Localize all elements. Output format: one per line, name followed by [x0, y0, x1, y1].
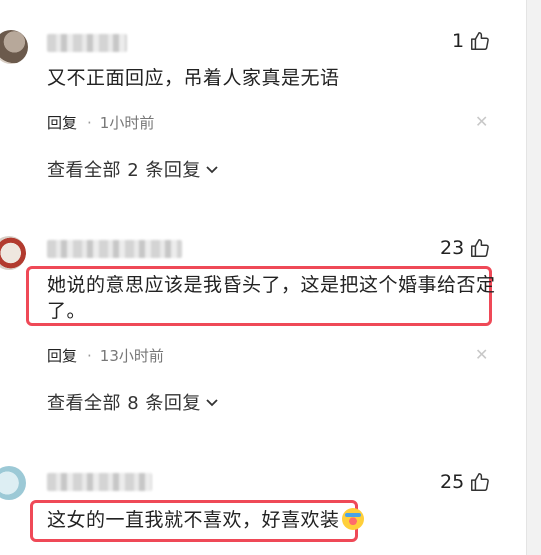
emoji-icon — [341, 508, 364, 530]
chevron-down-icon — [206, 399, 218, 407]
comment-text: 这女的一直我就不喜欢，好喜欢装 — [47, 507, 364, 533]
like-button[interactable]: 23 — [440, 237, 491, 259]
username-blurred[interactable] — [47, 473, 152, 491]
close-icon[interactable]: ✕ — [475, 112, 488, 131]
avatar[interactable] — [0, 466, 26, 500]
close-icon[interactable]: ✕ — [475, 345, 488, 364]
like-count: 23 — [440, 237, 465, 259]
like-button[interactable]: 1 — [452, 30, 491, 52]
like-count: 1 — [452, 30, 465, 52]
chevron-down-icon — [206, 166, 218, 174]
avatar[interactable] — [0, 236, 26, 270]
like-count: 25 — [440, 471, 465, 493]
view-all-replies-label: 查看全部 2 条回复 — [47, 160, 201, 181]
comment-meta: 回复 · 1小时前 — [47, 112, 154, 133]
separator-dot: · — [87, 113, 92, 132]
separator-dot: · — [87, 346, 92, 365]
view-all-replies-label: 查看全部 8 条回复 — [47, 393, 201, 414]
reply-button[interactable]: 回复 — [47, 112, 77, 133]
username-blurred[interactable] — [47, 34, 127, 52]
thumbs-up-icon — [471, 239, 490, 257]
view-all-replies[interactable]: 查看全部 8 条回复 — [47, 389, 219, 415]
thumbs-up-icon — [471, 473, 490, 491]
like-button[interactable]: 25 — [440, 471, 491, 493]
timestamp: 13小时前 — [99, 347, 164, 365]
scrollbar[interactable] — [526, 0, 541, 555]
comment-text-content: 这女的一直我就不喜欢，好喜欢装 — [47, 509, 340, 531]
comment-text: 她说的意思应该是我昏头了，这是把这个婚事给否定 了。 — [47, 272, 496, 324]
avatar[interactable] — [0, 30, 28, 64]
comment-meta: 回复 · 13小时前 — [47, 345, 164, 366]
thumbs-up-icon — [471, 32, 489, 50]
reply-button[interactable]: 回复 — [47, 345, 77, 366]
view-all-replies[interactable]: 查看全部 2 条回复 — [47, 156, 219, 182]
comment-text: 又不正面回应，吊着人家真是无语 — [47, 67, 340, 89]
timestamp: 1小时前 — [99, 114, 155, 132]
comment-text-line: 她说的意思应该是我昏头了，这是把这个婚事给否定 — [47, 274, 496, 296]
username-blurred[interactable] — [47, 240, 182, 258]
comment-text-line: 了。 — [47, 300, 87, 322]
